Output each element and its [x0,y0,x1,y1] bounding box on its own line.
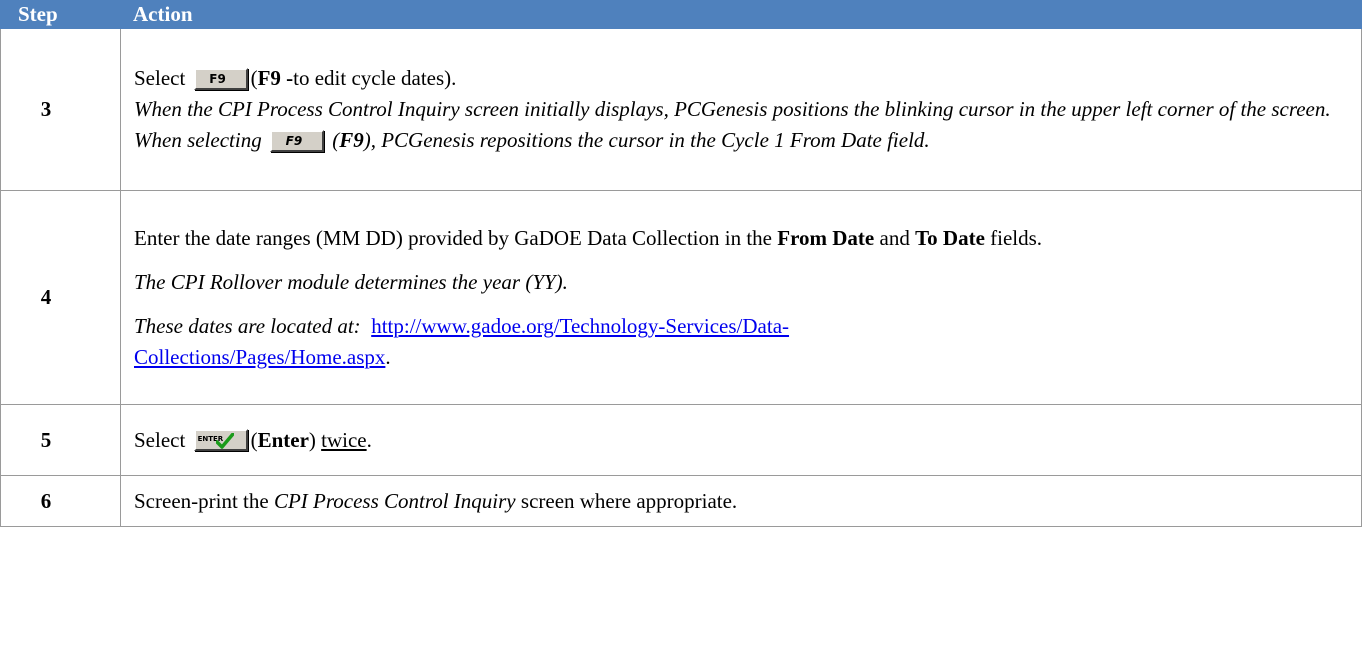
checkmark-icon [215,433,234,449]
step-number: 4 [0,190,121,405]
step-number: 5 [0,404,121,476]
action-cell: Screen-print the CPI Process Control Inq… [120,475,1362,527]
header-row: Step Action [0,0,1362,29]
action-line: Select F9 (F9 -to edit cycle dates). [134,66,457,90]
action-note: When the CPI Process Control Inquiry scr… [134,97,1331,152]
action-cell: Enter the date ranges (MM DD) provided b… [120,190,1362,405]
step-number: 6 [0,475,121,527]
steps-table: Step Action 3 Select F9 (F9 -to edit cycl… [0,0,1362,527]
table-row: 5 Select ENTER (Enter) twice. [0,404,1362,476]
action-note: The CPI Rollover module determines the y… [134,269,568,294]
step-number: 3 [0,28,121,191]
header-action: Action [120,0,1362,29]
header-step: Step [0,0,121,29]
action-cell: Select F9 (F9 -to edit cycle dates). When… [120,28,1362,191]
f9-key-button-icon[interactable]: F9 [193,67,248,90]
table-row: 6 Screen-print the CPI Process Control I… [0,475,1362,527]
table-row: 3 Select F9 (F9 -to edit cycle dates). Wh… [0,28,1362,191]
enter-check-button-icon[interactable]: ENTER [193,429,248,452]
f9-key-button-icon[interactable]: F9 [269,129,324,152]
action-line: Enter the date ranges (MM DD) provided b… [134,225,1043,250]
table-row: 4 Enter the date ranges (MM DD) provided… [0,190,1362,405]
action-note: These dates are located at: http://www.g… [134,313,790,369]
action-cell: Select ENTER (Enter) twice. [120,404,1362,476]
